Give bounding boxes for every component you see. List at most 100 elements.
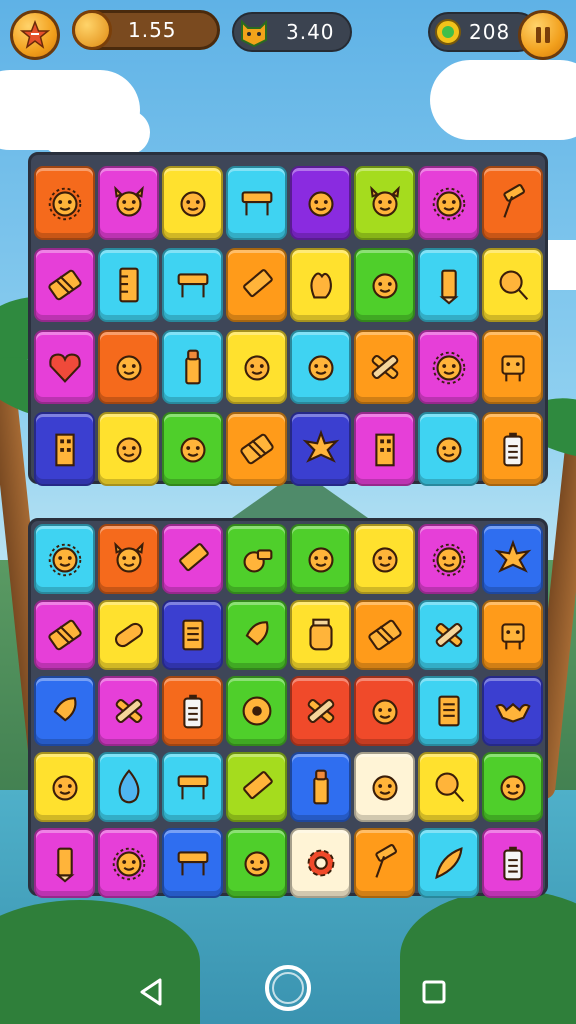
tile[interactable]	[162, 752, 223, 822]
onion-face-icon	[115, 437, 142, 463]
tile[interactable]	[162, 676, 223, 746]
tile[interactable]	[354, 752, 415, 822]
monster-face-icon	[371, 699, 398, 725]
tile[interactable]	[482, 248, 543, 322]
tile[interactable]	[226, 248, 287, 322]
tile[interactable]	[162, 248, 223, 322]
lion-face-icon	[432, 187, 465, 221]
tile[interactable]	[290, 412, 351, 486]
tile[interactable]	[98, 412, 159, 486]
feather-icon	[434, 847, 463, 880]
tile[interactable]	[162, 412, 223, 486]
tile[interactable]	[226, 752, 287, 822]
tile[interactable]	[418, 412, 479, 486]
desk-icon	[177, 851, 208, 876]
tile[interactable]	[226, 166, 287, 240]
tile[interactable]	[290, 752, 351, 822]
tile[interactable]	[482, 752, 543, 822]
pause-button[interactable]	[518, 10, 568, 60]
pencil-icon	[438, 269, 459, 305]
tile[interactable]	[418, 752, 479, 822]
tile[interactable]	[290, 166, 351, 240]
eraser-icon	[239, 433, 274, 465]
tile[interactable]	[162, 524, 223, 594]
tile[interactable]	[98, 330, 159, 404]
tile[interactable]	[482, 524, 543, 594]
tile[interactable]	[290, 524, 351, 594]
tile[interactable]	[34, 600, 95, 670]
hammer-icon	[502, 184, 525, 218]
bat-icon	[494, 702, 531, 723]
tile[interactable]	[34, 524, 95, 594]
tile[interactable]	[482, 166, 543, 240]
tile[interactable]	[418, 676, 479, 746]
tile[interactable]	[162, 828, 223, 898]
tile[interactable]	[482, 676, 543, 746]
tile[interactable]	[162, 330, 223, 404]
rocket-icon	[245, 621, 268, 646]
crayon-icon	[242, 771, 273, 800]
tile[interactable]	[418, 330, 479, 404]
tile[interactable]	[98, 676, 159, 746]
tile[interactable]	[98, 248, 159, 322]
tile[interactable]	[482, 330, 543, 404]
tile[interactable]	[354, 600, 415, 670]
tile[interactable]	[98, 600, 159, 670]
tile[interactable]	[98, 752, 159, 822]
tile[interactable]	[290, 330, 351, 404]
flame-face-icon	[243, 851, 270, 877]
star-face-icon	[307, 191, 334, 217]
cat-face-icon	[241, 19, 267, 48]
tile[interactable]	[290, 676, 351, 746]
tile[interactable]	[226, 600, 287, 670]
tile[interactable]	[34, 248, 95, 322]
back-button[interactable]	[130, 970, 174, 1014]
tile[interactable]	[34, 676, 95, 746]
score-counter: 3.40	[232, 12, 352, 52]
tile[interactable]	[226, 828, 287, 898]
tile[interactable]	[418, 248, 479, 322]
tile[interactable]	[98, 828, 159, 898]
tile[interactable]	[354, 524, 415, 594]
score-value: 3.40	[286, 20, 335, 44]
tile[interactable]	[418, 600, 479, 670]
tile[interactable]	[226, 412, 287, 486]
level-badge-button[interactable]	[10, 10, 60, 60]
rocket-icon	[53, 697, 76, 722]
tile[interactable]	[290, 828, 351, 898]
tile[interactable]	[418, 524, 479, 594]
tile[interactable]	[162, 166, 223, 240]
robot-icon	[500, 623, 525, 650]
home-button[interactable]	[262, 962, 314, 1014]
tile[interactable]	[34, 752, 95, 822]
smile-face-icon	[179, 191, 206, 217]
building-icon	[374, 433, 395, 467]
tile[interactable]	[354, 828, 415, 898]
tile[interactable]	[354, 412, 415, 486]
tile[interactable]	[482, 412, 543, 486]
tile[interactable]	[290, 600, 351, 670]
tile[interactable]	[34, 330, 95, 404]
tile[interactable]	[98, 524, 159, 594]
tile[interactable]	[290, 248, 351, 322]
tile[interactable]	[418, 166, 479, 240]
tile[interactable]	[98, 166, 159, 240]
tile[interactable]	[34, 828, 95, 898]
tile[interactable]	[354, 676, 415, 746]
recents-button[interactable]	[412, 970, 456, 1014]
tile[interactable]	[162, 600, 223, 670]
tile[interactable]	[482, 828, 543, 898]
recents-square-icon	[422, 980, 446, 1004]
tile[interactable]	[226, 524, 287, 594]
tile[interactable]	[482, 600, 543, 670]
eraser-icon	[47, 269, 82, 301]
tile[interactable]	[34, 166, 95, 240]
tile[interactable]	[418, 828, 479, 898]
tile[interactable]	[226, 330, 287, 404]
tile[interactable]	[354, 166, 415, 240]
tile[interactable]	[354, 248, 415, 322]
tile[interactable]	[34, 412, 95, 486]
splash-icon	[302, 429, 339, 463]
tile[interactable]	[226, 676, 287, 746]
tile[interactable]	[354, 330, 415, 404]
